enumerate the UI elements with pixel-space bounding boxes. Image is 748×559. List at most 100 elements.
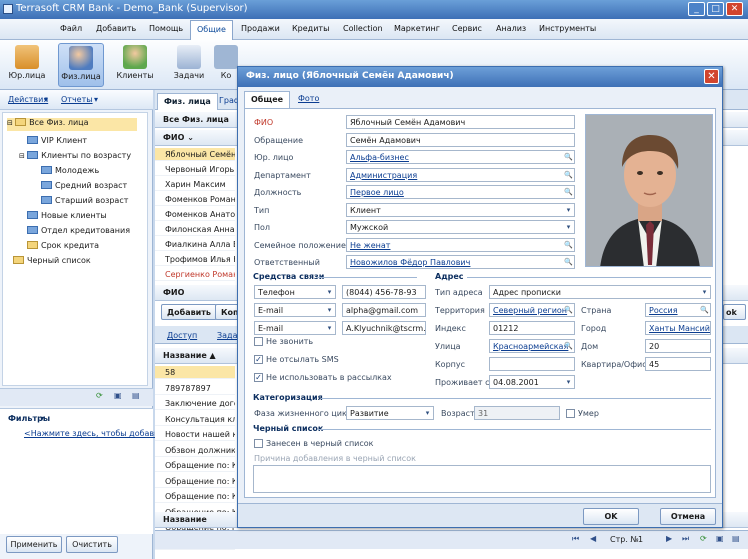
tree-item-senior[interactable]: Старший возраст bbox=[41, 196, 128, 209]
dialog-close-icon[interactable]: ✕ bbox=[704, 69, 719, 84]
table-row[interactable]: Филонская Анна И bbox=[155, 223, 235, 236]
menu-help[interactable]: Помощь bbox=[149, 24, 183, 33]
actions-menu[interactable]: Действия bbox=[8, 95, 48, 104]
table-row[interactable]: Обзвон должнико bbox=[155, 444, 235, 457]
tree-item-vip[interactable]: VIP Клиент bbox=[27, 136, 87, 149]
refresh-icon[interactable]: ⟳ bbox=[700, 534, 707, 543]
city-field[interactable]: Ханты Мансийс bbox=[645, 321, 711, 335]
field-input[interactable]: Администрация 🔍 bbox=[346, 167, 575, 182]
ribbon-button-legal[interactable]: Юр.лица bbox=[4, 43, 50, 87]
calendar-dropdown-icon[interactable]: ▾ bbox=[564, 377, 573, 387]
add-filter-link[interactable]: <Нажмите здесь, чтобы добавить bbox=[24, 429, 169, 438]
table-row[interactable]: Сергиенко Роман В bbox=[155, 268, 235, 281]
table-row[interactable]: Новости нашей ко bbox=[155, 428, 235, 441]
tree-item-middle[interactable]: Средний возраст bbox=[41, 181, 127, 194]
minimize-icon[interactable]: _ bbox=[688, 2, 705, 16]
territory-field[interactable]: Северный регион 🔍 bbox=[489, 303, 575, 317]
first-page-icon[interactable]: ⏮ bbox=[572, 534, 579, 544]
chevron-down-icon[interactable]: ▾ bbox=[94, 95, 98, 104]
search-icon[interactable]: 🔍 bbox=[564, 257, 573, 267]
apply-button[interactable]: Применить bbox=[6, 536, 62, 553]
field-input[interactable]: Альфа-бизнес 🔍 bbox=[346, 150, 575, 164]
ribbon-button-persons[interactable]: Физ.лица bbox=[58, 43, 104, 87]
tree-item-young[interactable]: Молодежь bbox=[41, 166, 99, 179]
dropdown-icon[interactable]: ▾ bbox=[700, 287, 709, 297]
chevron-down-icon[interactable]: ▾ bbox=[40, 414, 44, 423]
refresh-icon[interactable]: ⟳ bbox=[96, 391, 103, 400]
menu-collection[interactable]: Collection bbox=[343, 24, 383, 33]
field-input[interactable]: Новожилов Фёдор Павлович 🔍 bbox=[346, 255, 575, 269]
maximize-icon[interactable]: □ bbox=[707, 2, 724, 16]
dropdown-icon[interactable]: ▾ bbox=[564, 222, 573, 232]
save-icon[interactable]: ▣ bbox=[716, 534, 724, 543]
cancel-button[interactable]: Отмена bbox=[660, 508, 716, 525]
field-input[interactable]: Семён Адамович bbox=[346, 132, 575, 147]
tree-item-credit-dept[interactable]: Отдел кредитования bbox=[27, 226, 130, 239]
dropdown-icon[interactable]: ▾ bbox=[423, 408, 432, 418]
table-row[interactable]: Фоменков Роман И bbox=[155, 193, 235, 206]
no-call-checkbox[interactable] bbox=[254, 337, 263, 346]
address-type-select[interactable]: Адрес прописки ▾ bbox=[489, 285, 711, 299]
comm-type-select[interactable]: Телефон ▾ bbox=[254, 285, 336, 299]
search-icon[interactable]: 🔍 bbox=[564, 305, 573, 315]
tab-access[interactable]: Доступ bbox=[167, 331, 197, 340]
since-date-field[interactable]: 04.08.2001 ▾ bbox=[489, 375, 575, 389]
field-input[interactable]: Яблочный Семён Адамович bbox=[346, 115, 575, 129]
ribbon-button-tasks[interactable]: Задачи bbox=[166, 43, 212, 87]
table-row[interactable]: Харин Максим bbox=[155, 178, 235, 191]
clear-button[interactable]: Очистить bbox=[66, 536, 118, 553]
menu-service[interactable]: Сервис bbox=[452, 24, 482, 33]
field-input[interactable]: Первое лицо 🔍 bbox=[346, 185, 575, 199]
country-field[interactable]: Россия 🔍 bbox=[645, 303, 711, 317]
ok-button[interactable]: OK bbox=[583, 508, 639, 525]
ribbon-button-more[interactable]: Ко bbox=[214, 43, 238, 87]
field-input[interactable]: Мужской ▾ bbox=[346, 220, 575, 234]
tab-photo[interactable]: Фото bbox=[292, 91, 325, 108]
table-row[interactable]: Обращение по: Кр bbox=[155, 490, 235, 503]
last-page-icon[interactable]: ⏭ bbox=[682, 534, 689, 544]
dropdown-icon[interactable]: ▾ bbox=[325, 323, 334, 333]
tab-general[interactable]: Общее bbox=[244, 91, 291, 108]
menu-credits[interactable]: Кредиты bbox=[292, 24, 329, 33]
tab-persons[interactable]: Физ. лица bbox=[157, 93, 218, 110]
comm-value-field[interactable]: alpha@gmail.com bbox=[342, 303, 426, 317]
table-row[interactable]: Червоный Игорь А bbox=[155, 163, 235, 176]
menu-tools[interactable]: Инструменты bbox=[539, 24, 596, 33]
ok-tag-button[interactable]: ok bbox=[723, 304, 746, 320]
comm-value-field[interactable]: A.Klyuchnik@tscrm.cor bbox=[342, 321, 426, 335]
lifecycle-select[interactable]: Развитие ▾ bbox=[346, 406, 434, 420]
menu-sales[interactable]: Продажи bbox=[241, 24, 280, 33]
table-row[interactable]: Трофимов Илья Ник bbox=[155, 253, 235, 266]
reports-menu[interactable]: Отчеты bbox=[61, 95, 93, 104]
table-row[interactable]: Заключение догово bbox=[155, 397, 235, 410]
table-row[interactable]: 789787897 bbox=[155, 382, 235, 395]
table-row[interactable]: Фиалкина Алла Вас bbox=[155, 238, 235, 251]
dropdown-icon[interactable]: ▾ bbox=[325, 305, 334, 315]
dropdown-icon[interactable]: ▾ bbox=[325, 287, 334, 297]
search-icon[interactable]: 🔍 bbox=[700, 305, 709, 315]
table-row[interactable]: Обращение по: Кр bbox=[155, 459, 235, 472]
no-mailing-checkbox[interactable]: ✓ bbox=[254, 373, 263, 382]
flat-field[interactable]: 45 bbox=[645, 357, 711, 371]
search-icon[interactable]: 🔍 bbox=[564, 341, 573, 351]
search-icon[interactable]: 🔍 bbox=[564, 170, 573, 180]
field-input[interactable]: Клиент ▾ bbox=[346, 202, 575, 217]
dead-checkbox[interactable] bbox=[566, 409, 575, 418]
search-icon[interactable]: 🔍 bbox=[564, 187, 573, 197]
house-field[interactable]: 20 bbox=[645, 339, 711, 353]
street-field[interactable]: Красноармейская 🔍 bbox=[489, 339, 575, 353]
table-row[interactable]: Обращение по: Кр bbox=[155, 475, 235, 488]
tree-item-new[interactable]: Новые клиенты bbox=[27, 211, 107, 224]
dropdown-icon[interactable]: ▾ bbox=[564, 205, 573, 215]
close-icon[interactable]: ✕ bbox=[726, 2, 743, 16]
tree-item-all[interactable]: ⊟ Все Физ. лица bbox=[7, 118, 137, 131]
tree-item-blacklist[interactable]: Черный список bbox=[13, 256, 91, 269]
menu-add[interactable]: Добавить bbox=[96, 24, 136, 33]
blacklist-checkbox[interactable] bbox=[254, 439, 263, 448]
table-row[interactable]: Фоменков Анатолий bbox=[155, 208, 235, 221]
save-icon[interactable]: ▣ bbox=[114, 391, 122, 400]
next-page-icon[interactable]: ▶ bbox=[666, 534, 672, 543]
no-sms-checkbox[interactable]: ✓ bbox=[254, 355, 263, 364]
table-row[interactable]: Консультация клие bbox=[155, 413, 235, 426]
comm-value-field[interactable]: (8044) 456-78-93 bbox=[342, 285, 426, 299]
